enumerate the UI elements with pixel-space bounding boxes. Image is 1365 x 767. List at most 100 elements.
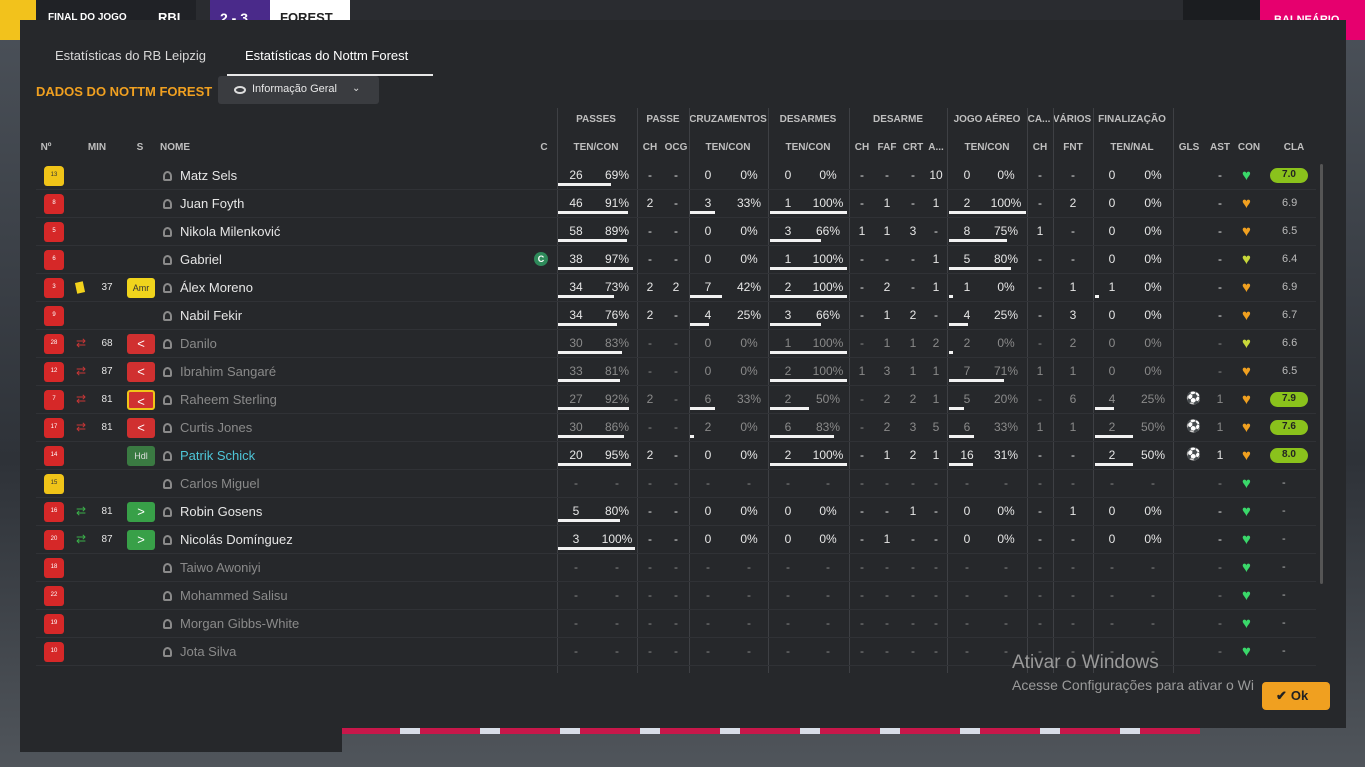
stat-pass-attempts: - <box>574 476 578 490</box>
player-name[interactable]: Ibrahim Sangaré <box>180 364 276 379</box>
player-name[interactable]: Nicolás Domínguez <box>180 532 293 547</box>
column-header[interactable]: TEN/NAL <box>1102 142 1162 153</box>
stat-cr-bar <box>690 323 709 326</box>
player-head-icon <box>163 339 172 349</box>
stat-fin-attempts: - <box>1110 476 1114 490</box>
column-header[interactable]: C <box>514 142 574 153</box>
home-team-short: RBL <box>158 10 185 25</box>
table-row[interactable]: 7 ⇄ 81 < Raheem Sterling 27 92% 2-6 33% 2 50% -2 2 1 5… <box>36 386 1316 414</box>
stat-fin-attempts: 2 <box>1108 420 1116 434</box>
stat-pass-attempts: - <box>574 588 578 602</box>
table-row[interactable]: 12 ⇄ 87 < Ibrahim Sangaré 33 81% - -0 0% 2 100% 1 3 1 1… <box>36 358 1316 386</box>
stat-cr-attempts: - <box>706 644 710 658</box>
stat-des-attempts: 1 <box>784 336 792 350</box>
player-name[interactable]: Nikola Milenković <box>180 224 280 239</box>
column-header[interactable]: TEN/CON <box>566 142 626 153</box>
shirt-number-icon: 15 <box>44 474 64 494</box>
shirt-number-icon: 3 <box>44 278 64 298</box>
position-badge[interactable]: > <box>127 502 155 522</box>
stat-assists: - <box>1218 196 1222 210</box>
stat-air-attempts: - <box>965 476 969 490</box>
player-name[interactable]: Curtis Jones <box>180 420 252 435</box>
table-row[interactable]: 13 Matz Sels 26 69% - -0 0% 0 0% - - -10 0 0% - -0 0% - ♥ 7… <box>36 162 1316 190</box>
player-name[interactable]: Matz Sels <box>180 168 237 183</box>
table-row[interactable]: 28 ⇄ 68 < Danilo 30 83% - -0 0% 1 100% -1 1 2 2 0% -2 0 0% -… <box>36 330 1316 358</box>
stat-des-attempts: - <box>786 560 790 574</box>
stat-fin-attempts: 0 <box>1108 532 1116 546</box>
player-head-icon <box>163 451 172 461</box>
stat-assists: - <box>1218 588 1222 602</box>
player-name[interactable]: Robin Gosens <box>180 504 262 519</box>
stat-des-attempts: 2 <box>784 448 792 462</box>
tab-rb-leipzig-stats[interactable]: Estatísticas do RB Leipzig <box>55 48 206 63</box>
stat-fnt: 1 <box>1069 420 1077 434</box>
column-header[interactable]: TEN/CON <box>778 142 838 153</box>
table-row[interactable]: 14 Hdl Patrik Schick 20 95% 2-0 0% 2 100% -1 2 1 16 3… <box>36 442 1316 470</box>
stat-cr-attempts: 0 <box>704 224 712 238</box>
player-name[interactable]: Álex Moreno <box>180 280 253 295</box>
position-badge[interactable]: < <box>127 334 155 354</box>
column-header[interactable]: CLA <box>1264 142 1324 153</box>
player-name[interactable]: Gabriel <box>180 252 222 267</box>
position-badge[interactable]: < <box>127 362 155 382</box>
column-header[interactable]: NOME <box>160 142 190 153</box>
table-row[interactable]: 22 Mohammed Salisu - - - - - - - - - - - - - - - - - - - ♥ - <box>36 582 1316 610</box>
view-dropdown[interactable]: Informação Geral ⌄ <box>218 76 379 104</box>
stat-cr-percent: - <box>747 588 751 602</box>
player-name[interactable]: Danilo <box>180 336 217 351</box>
table-row[interactable]: 17 ⇄ 81 < Curtis Jones 30 86% - -2 0% 6 83% -2 3 5 6 33%… <box>36 414 1316 442</box>
table-row[interactable]: 20 ⇄ 87 > Nicolás Domínguez 3 100% - -0 0% 0 0% -1- -… <box>36 526 1316 554</box>
stat-cr-percent: 0% <box>740 168 758 182</box>
player-name[interactable]: Nabil Fekir <box>180 308 242 323</box>
column-header[interactable]: TEN/CON <box>957 142 1017 153</box>
player-name[interactable]: Mohammed Salisu <box>180 588 288 603</box>
player-name[interactable]: Raheem Sterling <box>180 392 277 407</box>
scoreboard-controls[interactable] <box>1183 0 1260 22</box>
player-head-icon <box>163 311 172 321</box>
player-name[interactable]: Patrik Schick <box>180 448 255 463</box>
stat-cr-attempts: - <box>706 616 710 630</box>
stat-air-attempts: - <box>965 616 969 630</box>
column-header[interactable]: TEN/CON <box>698 142 758 153</box>
position-badge[interactable]: < <box>127 418 155 438</box>
position-badge[interactable]: > <box>127 530 155 550</box>
stat-fin-percent: 0% <box>1144 252 1162 266</box>
table-row[interactable]: 16 ⇄ 81 > Robin Gosens 5 80% - -0 0% 0 0% - -1-0 0% -1 0… <box>36 498 1316 526</box>
column-header[interactable]: OCG <box>646 142 706 153</box>
heart-icon: ♥ <box>1242 307 1251 324</box>
table-row[interactable]: 6 Gabriel C 38 97% - -0 0% 1 100% - - -1 5 80% - -0 0% - ♥ 6… <box>36 246 1316 274</box>
stat-assists: - <box>1218 336 1222 350</box>
player-name[interactable]: Carlos Miguel <box>180 476 259 491</box>
stat-cr-percent: - <box>747 476 751 490</box>
stat-des-attempts: - <box>786 644 790 658</box>
player-name[interactable]: Taiwo Awoniyi <box>180 560 261 575</box>
player-name[interactable]: Juan Foyth <box>180 196 244 211</box>
table-row[interactable]: 3 37 Amr Álex Moreno 34 73% 2 2 7 42% 2 100% -2-1 1 0%… <box>36 274 1316 302</box>
player-rating: - <box>1282 533 1286 545</box>
player-rating: 6.6 <box>1282 337 1298 349</box>
ok-button[interactable]: ✔ Ok <box>1262 682 1330 710</box>
table-row[interactable]: 9 Nabil Fekir 34 76% 2-4 25% 3 66% -1 2-4 25% -3 0 0%… <box>36 302 1316 330</box>
table-row[interactable]: 19 Morgan Gibbs-White - - - - - - - - - - - - - - - - - - - ♥… <box>36 610 1316 638</box>
table-row[interactable]: 8 Juan Foyth 46 91% 2-3 33% 1 100% -1-1 2 100% -2 0 0… <box>36 190 1316 218</box>
stat-pass-attempts: - <box>574 560 578 574</box>
stat-fnt: 6 <box>1069 392 1077 406</box>
player-name[interactable]: Jota Silva <box>180 644 236 659</box>
stat-air-bar <box>949 295 953 298</box>
table-row[interactable]: 5 Nikola Milenković 58 89% - -0 0% 3 66% 1 1 3-8 75%… <box>36 218 1316 246</box>
stat-pass-attempts: 30 <box>569 336 583 350</box>
table-row[interactable]: 18 Taiwo Awoniyi - - - - - - - - - - - - - - - - - - - ♥ - <box>36 554 1316 582</box>
stat-fnt: 2 <box>1069 336 1077 350</box>
position-badge[interactable]: Amr <box>127 278 155 298</box>
position-badge[interactable]: < <box>127 390 155 410</box>
tab-nottm-forest-stats[interactable]: Estatísticas do Nottm Forest <box>245 48 408 63</box>
shirt-number-icon: 17 <box>44 418 64 438</box>
table-row[interactable]: 15 Carlos Miguel - - - - - - - - - - - - - - - - - - - ♥ - <box>36 470 1316 498</box>
stat-cr-percent: 0% <box>740 504 758 518</box>
position-badge[interactable]: Hdl <box>127 446 155 466</box>
column-header[interactable]: FNT <box>1043 142 1103 153</box>
stat-cr-percent: 33% <box>736 392 762 406</box>
player-name[interactable]: Morgan Gibbs-White <box>180 616 299 631</box>
table-scrollbar[interactable] <box>1320 164 1323 584</box>
player-rating: 8.0 <box>1270 448 1308 463</box>
